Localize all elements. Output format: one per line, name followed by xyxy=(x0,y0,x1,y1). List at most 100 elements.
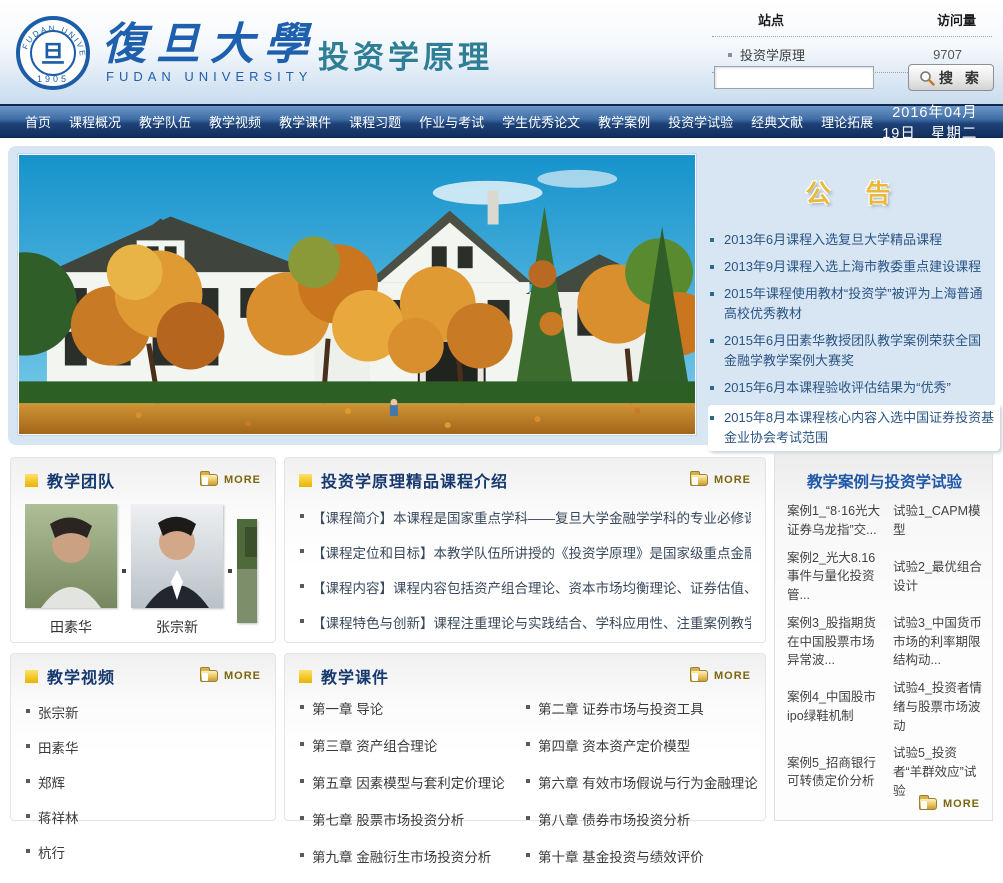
bullet-icon xyxy=(728,53,732,57)
section-cases-experiments: 教学案例与投资学试验 案例1_“8·16光大证券乌龙指”交... 试验1_CAP… xyxy=(774,453,993,821)
section-bullet-icon xyxy=(299,670,312,683)
nav-item-student-papers[interactable]: 学生优秀论文 xyxy=(493,112,589,131)
cases-more-link[interactable]: MORE xyxy=(919,798,980,810)
campus-photo xyxy=(18,154,696,435)
intro-item[interactable]: 【课程定位和目标】本教学队伍所讲授的《投资学原理》是国家级重点金融... xyxy=(299,542,751,562)
chapter-item[interactable]: 第四章 资本资产定价模型 xyxy=(525,735,751,755)
intro-section-title: 投资学原理精品课程介绍 xyxy=(321,468,508,492)
page-header: FUDAN UNIVERSITY 旦 1905 復旦大學 FUDAN UNIVE… xyxy=(0,0,1003,104)
team-more-link[interactable]: MORE xyxy=(200,474,261,486)
nav-item-teaching-cases[interactable]: 教学案例 xyxy=(589,112,659,131)
section-courseware: 教学课件 MORE 第一章 导论 第三章 资产组合理论 第五章 因素模型与套利定… xyxy=(284,653,766,821)
search-bar: 搜 索 xyxy=(714,64,994,91)
section-course-intro: 投资学原理精品课程介绍 MORE 【课程简介】本课程是国家重点学科——复旦大学金… xyxy=(284,457,766,643)
case-item[interactable]: 案例1_“8·16光大证券乌龙指”交... xyxy=(787,502,885,540)
experiment-item[interactable]: 试验4_投资者情绪与股票市场波动 xyxy=(893,679,982,735)
site-title: 投资学原理 xyxy=(318,32,493,77)
announcement-item[interactable]: 2015年课程使用教材“投资学”被评为上海普通高校优秀教材 xyxy=(708,284,988,324)
folder-icon xyxy=(200,474,218,486)
chapter-item[interactable]: 第九章 金融衍生市场投资分析 xyxy=(299,846,525,866)
video-item[interactable]: 郑辉 xyxy=(25,772,261,792)
teacher-photo[interactable] xyxy=(25,504,117,608)
main-nav: 首页 课程概况 教学队伍 教学视频 教学课件 课程习题 作业与考试 学生优秀论文… xyxy=(0,104,1003,138)
announcements-panel: 公 告 2013年6月课程入选复旦大学精品课程 2013年9月课程入选上海市教委… xyxy=(708,146,988,445)
videos-more-link[interactable]: MORE xyxy=(200,670,261,682)
dot-separator-icon xyxy=(122,569,126,573)
section-bullet-icon xyxy=(25,670,38,683)
case-item[interactable]: 案例4_中国股市ipo绿鞋机制 xyxy=(787,688,885,726)
university-name-cn: 復旦大學 xyxy=(102,23,318,67)
nav-item-teaching-team[interactable]: 教学队伍 xyxy=(130,112,200,131)
nav-item-homework-exams[interactable]: 作业与考试 xyxy=(410,112,493,131)
courseware-columns: 第一章 导论 第三章 资产组合理论 第五章 因素模型与套利定价理论 第七章 股票… xyxy=(299,698,751,883)
chapter-item[interactable]: 第五章 因素模型与套利定价理论 xyxy=(299,772,525,792)
chapter-item[interactable]: 第二章 证券市场与投资工具 xyxy=(525,698,751,718)
case-item[interactable]: 案例3_股指期货在中国股票市场异常波... xyxy=(787,614,885,670)
intro-more-link[interactable]: MORE xyxy=(690,474,751,486)
announcement-item[interactable]: 2015年6月田素华教授团队教学案例荣获全国金融学教学案例大赛奖 xyxy=(708,331,988,371)
team-photos: 田素华 张宗新 xyxy=(25,504,261,637)
announcement-item[interactable]: 2015年6月本课程验收评估结果为“优秀” xyxy=(708,378,988,398)
search-button-label: 搜 索 xyxy=(939,68,983,88)
experiment-item[interactable]: 试验2_最优组合设计 xyxy=(893,558,982,596)
section-bullet-icon xyxy=(25,474,38,487)
cases-grid: 案例1_“8·16光大证券乌龙指”交... 试验1_CAPM模型 案例2_光大8… xyxy=(787,502,982,801)
chapter-item[interactable]: 第八章 债券市场投资分析 xyxy=(525,809,751,829)
section-teaching-videos: 教学视频 MORE 张宗新 田素华 郑辉 蒋祥林 杭行 xyxy=(10,653,276,821)
experiment-item[interactable]: 试验3_中国货币市场的利率期限结构动... xyxy=(893,614,982,670)
courseware-more-link[interactable]: MORE xyxy=(690,670,751,682)
university-name-en: FUDAN UNIVERSITY xyxy=(102,69,318,84)
search-button[interactable]: 搜 索 xyxy=(908,64,994,91)
stats-site-name[interactable]: 投资学原理 xyxy=(740,45,805,64)
announcements-list: 2013年6月课程入选复旦大学精品课程 2013年9月课程入选上海市教委重点建设… xyxy=(708,230,988,451)
experiment-item[interactable]: 试验1_CAPM模型 xyxy=(893,502,982,540)
chapter-item[interactable]: 第一章 导论 xyxy=(299,698,525,718)
intro-item[interactable]: 【课程特色与创新】课程注重理论与实践结合、学科应用性、注重案例教学... xyxy=(299,612,751,632)
dot-separator-icon xyxy=(228,569,232,573)
nav-item-classic-literature[interactable]: 经典文献 xyxy=(742,112,812,131)
nav-item-investment-experiments[interactable]: 投资学试验 xyxy=(659,112,742,131)
nav-item-exercises[interactable]: 课程习题 xyxy=(340,112,410,131)
experiment-item[interactable]: 试验5_投资者“羊群效应”试验 xyxy=(893,744,982,800)
video-item[interactable]: 张宗新 xyxy=(25,702,261,722)
chapter-item[interactable]: 第十章 基金投资与绩效评价 xyxy=(525,846,751,866)
teacher-name[interactable]: 田素华 xyxy=(50,617,92,637)
section-bullet-icon xyxy=(299,474,312,487)
video-item[interactable]: 蒋祥林 xyxy=(25,807,261,827)
folder-icon xyxy=(919,798,937,810)
teacher-photo-partial[interactable] xyxy=(237,519,257,623)
folder-icon xyxy=(690,670,708,682)
seal-year: 1905 xyxy=(37,74,69,84)
search-icon xyxy=(919,70,935,86)
chapter-item[interactable]: 第三章 资产组合理论 xyxy=(299,735,525,755)
announcement-item[interactable]: 2013年6月课程入选复旦大学精品课程 xyxy=(708,230,988,250)
search-input[interactable] xyxy=(714,66,874,89)
nav-item-course-overview[interactable]: 课程概况 xyxy=(60,112,130,131)
nav-item-theory-expansion[interactable]: 理论拓展 xyxy=(812,112,882,131)
fudan-seal-icon[interactable]: FUDAN UNIVERSITY 旦 1905 xyxy=(14,12,92,94)
nav-item-courseware[interactable]: 教学课件 xyxy=(270,112,340,131)
courseware-section-title: 教学课件 xyxy=(321,664,389,688)
case-item[interactable]: 案例5_招商银行可转债定价分析 xyxy=(787,754,885,792)
videos-section-title: 教学视频 xyxy=(47,664,115,688)
chapter-item[interactable]: 第七章 股票市场投资分析 xyxy=(299,809,525,829)
weekday-text: 星期二 xyxy=(931,126,978,142)
current-date: 2016年04月19日 星期二 xyxy=(882,101,1003,143)
case-item[interactable]: 案例2_光大8.16事件与量化投资管... xyxy=(787,549,885,605)
video-item[interactable]: 田素华 xyxy=(25,737,261,757)
announcement-item[interactable]: 2015年8月本课程核心内容入选中国证券投资基金业协会考试范围 xyxy=(708,405,1000,451)
folder-icon xyxy=(200,670,218,682)
nav-item-teaching-videos[interactable]: 教学视频 xyxy=(200,112,270,131)
fudan-logo[interactable]: FUDAN UNIVERSITY 旦 1905 復旦大學 FUDAN UNIVE… xyxy=(14,12,318,94)
intro-item[interactable]: 【课程简介】本课程是国家重点学科——复旦大学金融学学科的专业必修课 xyxy=(299,507,751,527)
video-item[interactable]: 杭行 xyxy=(25,842,261,862)
nav-item-home[interactable]: 首页 xyxy=(16,112,60,131)
announcement-item[interactable]: 2013年9月课程入选上海市教委重点建设课程 xyxy=(708,257,988,277)
chapter-item[interactable]: 第六章 有效市场假说与行为金融理论 xyxy=(525,772,751,792)
teacher-photo[interactable] xyxy=(131,504,223,608)
folder-icon xyxy=(690,474,708,486)
intro-item[interactable]: 【课程内容】课程内容包括资产组合理论、资本市场均衡理论、证券估值、... xyxy=(299,577,751,597)
banner-panel: 公 告 2013年6月课程入选复旦大学精品课程 2013年9月课程入选上海市教委… xyxy=(8,146,995,445)
teacher-name[interactable]: 张宗新 xyxy=(156,617,198,637)
courseware-list-left: 第一章 导论 第三章 资产组合理论 第五章 因素模型与套利定价理论 第七章 股票… xyxy=(299,698,525,883)
